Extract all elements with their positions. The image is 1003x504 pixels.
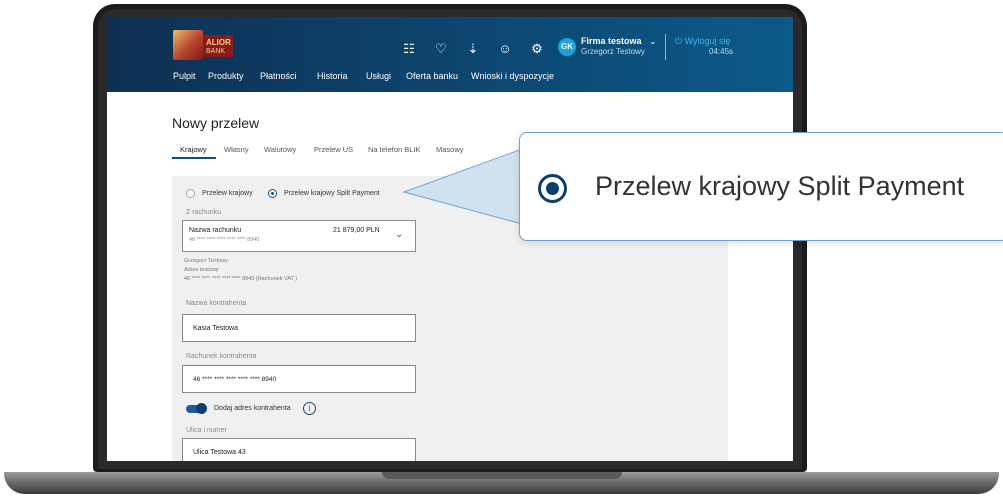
header-divider [665,34,666,60]
from-account-select[interactable]: Nazwa rachunku 46 **** **** **** **** **… [182,220,416,252]
nav-item-historia[interactable]: Historia [317,71,348,81]
tab-przelew-us[interactable]: Przelew US [314,145,353,154]
session-timer: 04:45s [709,47,734,56]
logo-subtext: BANK [206,48,226,55]
radio-split-payment[interactable] [268,189,277,198]
nav-item-wnioski[interactable]: Wnioski i dyspozycje [471,71,554,81]
tab-wlasny[interactable]: Własny [224,145,249,154]
tab-masowy[interactable]: Masowy [436,145,464,154]
avatar[interactable]: GK [558,38,576,56]
logo-image [173,30,203,60]
active-tab-indicator [172,157,216,159]
nav-item-uslugi[interactable]: Usługi [366,71,391,81]
nav-item-oferta-banku[interactable]: Oferta banku [406,71,458,81]
logout-button[interactable]: ⏻ Wyloguj się [675,36,731,47]
callout-radio-selected [538,174,567,203]
company-name[interactable]: Firma testowa [581,36,642,46]
chevron-down-icon[interactable]: ⌄ [649,36,657,47]
stage: ALIOR BANK ☷ ♡ ⇣ ☺ ⚙ GK Firma testowa Gr… [0,0,1003,504]
payee-name-label: Nazwa kontrahenta [186,300,247,307]
radio-domestic[interactable] [186,189,195,198]
logo-text: ALIOR [206,38,231,47]
account-balance: 21 879,00 PLN [333,227,380,234]
bank-logo[interactable]: ALIOR BANK [173,30,233,62]
street-value: Ulica Testowa 43 [193,449,246,456]
user-icon[interactable]: ☺ [496,40,514,58]
add-address-label: Dodaj adres kontrahenta [214,405,291,412]
account-name: Nazwa rachunku [189,227,242,234]
calculator-icon[interactable]: ☷ [400,40,418,58]
nav-item-platnosci[interactable]: Płatności [260,71,297,81]
user-name: Grzegorz Testowy [581,47,645,56]
zoom-callout: Przelew krajowy Split Payment [519,132,1003,241]
owner-vat-account: 46 **** **** **** **** **** 8940 (Rachun… [184,276,298,282]
payee-name-field[interactable]: Kasia Testowa [182,314,416,342]
laptop-notch [382,472,622,479]
download-icon[interactable]: ⇣ [464,40,482,58]
payee-account-value: 46 **** **** **** **** **** 8940 [193,376,277,383]
radio-split-payment-label: Przelew krajowy Split Payment [284,190,380,197]
callout-text: Przelew krajowy Split Payment [595,171,965,201]
payee-account-label: Rachunek kontrahenta [186,353,257,360]
street-field[interactable]: Ulica Testowa 43 [182,438,416,461]
tab-walutowy[interactable]: Walutowy [264,145,296,154]
bank-header: ALIOR BANK ☷ ♡ ⇣ ☺ ⚙ GK Firma testowa Gr… [107,17,793,92]
nav-item-pulpit[interactable]: Pulpit [173,71,196,81]
tab-blik[interactable]: Na telefon BLIK [368,145,421,154]
street-label: Ulica i numer [186,427,227,434]
nav-item-produkty[interactable]: Produkty [208,71,244,81]
from-account-label: Z rachunku [186,209,222,216]
logo-wordmark: ALIOR BANK [203,35,233,57]
payee-name-value: Kasia Testowa [193,325,239,332]
add-address-toggle[interactable] [186,403,207,414]
radio-domestic-label: Przelew krajowy [202,190,253,197]
chevron-down-icon: ⌄ [395,229,404,240]
info-icon[interactable]: i [303,402,316,415]
account-number: 46 **** **** **** **** **** 8940 [189,237,260,243]
owner-address: Adres testowy [184,267,219,273]
bell-icon[interactable]: ♡ [432,40,450,58]
tab-krajowy[interactable]: Krajowy [180,145,207,154]
page-title: Nowy przelew [172,115,260,131]
owner-name: Grzegorz Testowy [184,258,228,264]
logout-label: Wyloguj się [684,36,731,46]
settings-icon[interactable]: ⚙ [528,40,546,58]
payee-account-field[interactable]: 46 **** **** **** **** **** 8940 [182,365,416,393]
